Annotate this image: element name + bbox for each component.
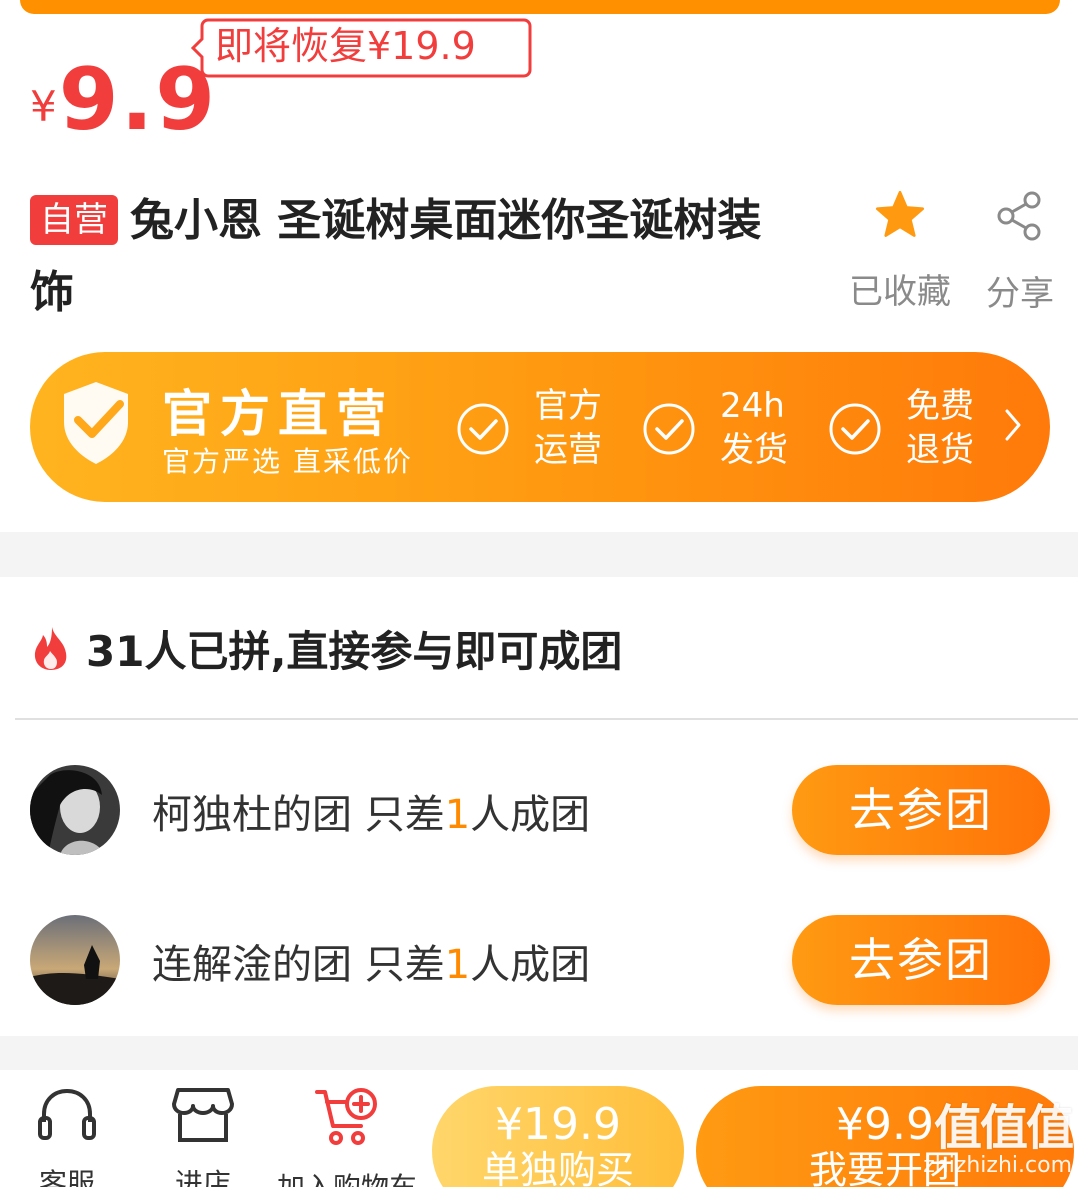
product-title-block: 自营 兔小恩 圣诞树桌面迷你圣诞树装饰	[30, 185, 800, 329]
join-group-button[interactable]: 去参团	[792, 915, 1050, 1005]
buy-alone-button[interactable]: ¥19.9 单独购买	[432, 1086, 684, 1187]
feature-line2: 发货	[720, 430, 788, 470]
watermark-logo: 值值值	[933, 1100, 1074, 1156]
group-row: 连解淦的团 只差1人成团 去参团	[30, 910, 1050, 1010]
fire-icon	[34, 627, 67, 670]
group-suffix-text: 人成团	[470, 942, 591, 988]
check-circle-icon	[829, 403, 881, 455]
group-row-text: 柯独杜的团 只差1人成团	[152, 782, 590, 840]
customer-service-button[interactable]: 客服	[30, 1086, 104, 1187]
group-buy-header: 31人已拼,直接参与即可成团	[30, 618, 622, 678]
star-icon	[875, 190, 925, 237]
bottom-action-bar: 客服 进店 加入购物车 ¥19.9 单独购买 ¥9.9 我要开团	[0, 1070, 1078, 1187]
add-to-cart-button[interactable]: 加入购物车	[274, 1086, 420, 1187]
group-row: 柯独杜的团 只差1人成团 去参团	[30, 760, 1050, 860]
official-title: 官方直营	[162, 385, 394, 443]
restore-price-text: 即将恢复¥19.9	[215, 24, 476, 68]
headset-icon	[38, 1088, 96, 1140]
check-circle-icon	[457, 403, 509, 455]
share-label: 分享	[986, 274, 1054, 314]
group-suffix-text: 人成团	[470, 792, 591, 838]
product-title: 兔小恩 圣诞树桌面迷你圣诞树装饰	[30, 195, 762, 318]
store-icon	[172, 1088, 234, 1142]
store-label: 进店	[174, 1167, 231, 1187]
section-divider	[0, 532, 1078, 577]
service-label: 客服	[38, 1167, 95, 1187]
buy-alone-price: ¥19.9	[495, 1099, 621, 1150]
favorite-label: 已收藏	[849, 272, 951, 312]
store-button[interactable]: 进店	[168, 1086, 238, 1187]
feature-line2: 退货	[906, 430, 974, 470]
cart-add-icon	[315, 1088, 377, 1145]
group-buy-title: 31人已拼,直接参与即可成团	[86, 626, 623, 676]
share-icon	[997, 191, 1041, 241]
divider	[15, 718, 1078, 720]
site-watermark: 值值值 zhizhizhi.com	[923, 1100, 1074, 1178]
cart-label: 加入购物车	[274, 1166, 420, 1187]
watermark-url: zhizhizhi.com	[923, 1153, 1072, 1178]
favorite-button[interactable]: 已收藏	[840, 190, 960, 313]
remaining-count: 1	[444, 792, 471, 838]
group-leader-text: 连解淦的团 只差	[152, 942, 445, 988]
group-leader-text: 柯独杜的团 只差	[152, 792, 445, 838]
top-orange-strip	[20, 0, 1060, 14]
join-group-button[interactable]: 去参团	[792, 765, 1050, 855]
avatar	[30, 915, 120, 1005]
section-divider	[0, 1036, 1078, 1070]
group-row-text: 连解淦的团 只差1人成团	[152, 932, 590, 990]
avatar	[30, 765, 120, 855]
feature-line2: 运营	[534, 430, 602, 470]
shield-check-icon	[64, 382, 128, 464]
feature-line1: 24h	[720, 386, 785, 426]
official-store-banner[interactable]: 官方直营 官方严选 直采低价 官方 运营 24h 发货 免费 退货	[30, 352, 1050, 502]
official-subtitle: 官方严选 直采低价	[162, 445, 413, 478]
self-operated-badge: 自营	[30, 195, 118, 245]
feature-line1: 官方	[534, 386, 602, 426]
price-currency: ¥	[30, 82, 57, 131]
share-button[interactable]: 分享	[975, 190, 1065, 315]
check-circle-icon	[643, 403, 695, 455]
chevron-right-icon	[1005, 409, 1021, 441]
buy-alone-label: 单独购买	[481, 1148, 634, 1187]
feature-line1: 免费	[906, 386, 974, 426]
remaining-count: 1	[444, 942, 471, 988]
